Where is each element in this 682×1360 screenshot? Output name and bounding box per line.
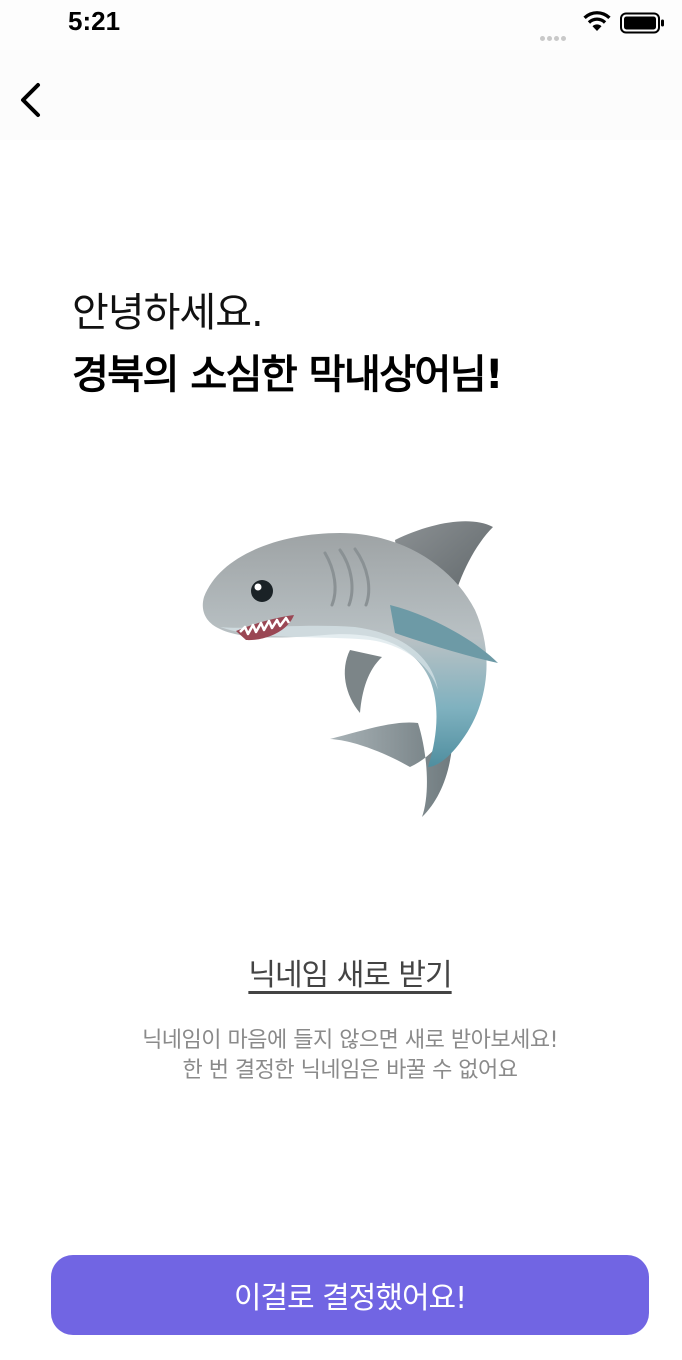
navigation-bar [0,50,682,140]
greeting-text: 안녕하세요. [72,290,264,336]
renew-nickname-link[interactable]: 닉네임 새로 받기 [0,950,682,994]
nickname-title: 경북의 소심한 막내상어님! [72,352,503,398]
battery-icon [620,12,664,34]
chevron-left-icon [21,83,40,117]
wifi-icon [583,11,611,31]
status-bar: 5:21 [0,0,682,50]
confirm-button-label: 이걸로 결정했어요! [233,1281,467,1316]
confirm-nickname-button[interactable]: 이걸로 결정했어요! [51,1255,649,1335]
back-button[interactable] [10,78,50,122]
cellular-signal-icon [540,26,568,45]
hint-text-line-1: 닉네임이 마음에 들지 않으면 새로 받아보세요! [142,1028,558,1053]
shark-icon [202,521,498,817]
status-time: 5:21 [68,6,121,36]
hint-text-line-2: 한 번 결정한 닉네임은 바꿀 수 없어요 [182,1058,518,1083]
